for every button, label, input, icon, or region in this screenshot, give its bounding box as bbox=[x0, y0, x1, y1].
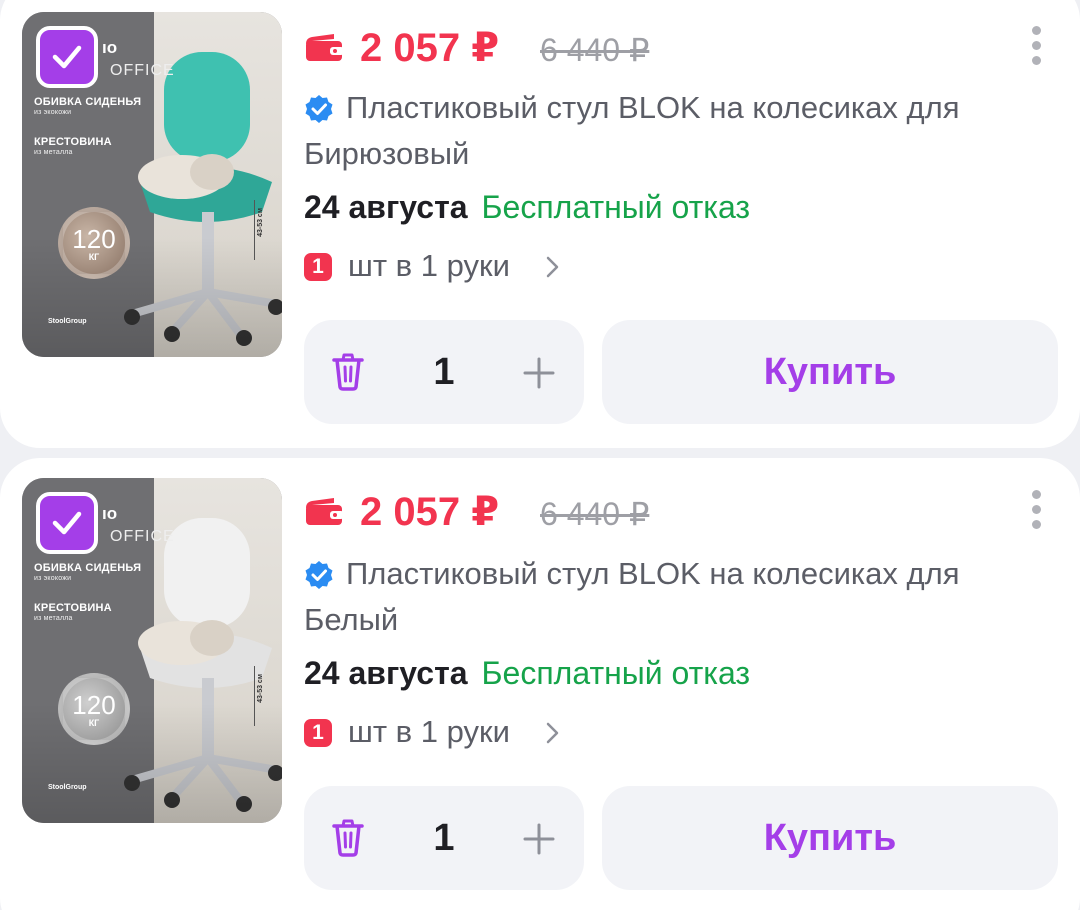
delivery-date: 24 августа bbox=[304, 655, 468, 691]
limit-badge: 1 bbox=[304, 719, 332, 747]
product-title: Пластиковый стул BLOK на колесиках для bbox=[346, 90, 960, 125]
image-seat-label: ОБИВКА СИДЕНЬЯ из экокожи bbox=[34, 96, 142, 116]
wallet-icon bbox=[306, 34, 344, 61]
product-image[interactable]: ıo OFFICE ОБИВКА СИДЕНЬЯ из экокожи КРЕС… bbox=[22, 12, 282, 357]
delivery-date: 24 августа bbox=[304, 189, 468, 225]
delivery-row: 24 августа Бесплатный отказ bbox=[304, 186, 750, 228]
old-price: 6 440 ₽ bbox=[540, 32, 650, 68]
current-price: 2 057 ₽ bbox=[360, 490, 500, 534]
product-title-row[interactable]: Пластиковый стул BLOK на колесиках для bbox=[304, 86, 1054, 130]
image-logo: StoolGroup bbox=[48, 784, 87, 791]
delivery-row: 24 августа Бесплатный отказ bbox=[304, 652, 750, 694]
quantity-stepper: 1 bbox=[304, 786, 584, 890]
plus-icon[interactable] bbox=[522, 822, 556, 856]
more-options-icon[interactable] bbox=[1024, 26, 1048, 68]
cart-item-card: ıo OFFICE ОБИВКА СИДЕНЬЯ из экокожи КРЕС… bbox=[0, 458, 1080, 910]
more-options-icon[interactable] bbox=[1024, 490, 1048, 532]
trash-icon[interactable] bbox=[328, 352, 368, 392]
current-price: 2 057 ₽ bbox=[360, 26, 500, 70]
load-badge: 120 КГ bbox=[58, 207, 130, 279]
limit-text: шт в 1 руки bbox=[348, 714, 510, 749]
wallet-icon bbox=[306, 498, 344, 525]
chevron-right-icon bbox=[546, 256, 559, 278]
image-office-text: OFFICE bbox=[110, 528, 175, 545]
product-image[interactable]: ıo OFFICE ОБИВКА СИДЕНЬЯ из экокожи КРЕС… bbox=[22, 478, 282, 823]
quantity-stepper: 1 bbox=[304, 320, 584, 424]
quantity-value[interactable]: 1 bbox=[424, 348, 464, 396]
image-base-label: КРЕСТОВИНА из металла bbox=[34, 602, 112, 622]
buy-button[interactable]: Купить bbox=[602, 786, 1058, 890]
cart-item-card: ıo OFFICE ОБИВКА СИДЕНЬЯ из экокожи КРЕС… bbox=[0, 0, 1080, 448]
image-brand-text: ıo bbox=[102, 504, 118, 523]
height-marker: 43-53 см bbox=[254, 200, 266, 260]
product-title: Пластиковый стул BLOK на колесиках для bbox=[346, 556, 960, 591]
checkmark-icon bbox=[52, 45, 82, 69]
verified-icon bbox=[305, 95, 333, 123]
product-variant: Белый bbox=[304, 602, 399, 637]
buy-button[interactable]: Купить bbox=[602, 320, 1058, 424]
image-seat-label: ОБИВКА СИДЕНЬЯ из экокожи bbox=[34, 562, 142, 582]
plus-icon[interactable] bbox=[522, 356, 556, 390]
trash-icon[interactable] bbox=[328, 818, 368, 858]
checkmark-icon bbox=[52, 511, 82, 535]
chevron-right-icon bbox=[546, 722, 559, 744]
quantity-value[interactable]: 1 bbox=[424, 814, 464, 862]
load-badge: 120 КГ bbox=[58, 673, 130, 745]
delivery-note: Бесплатный отказ bbox=[481, 655, 751, 691]
image-brand-text: ıo bbox=[102, 38, 118, 57]
select-checkbox[interactable] bbox=[36, 26, 98, 88]
delivery-note: Бесплатный отказ bbox=[481, 189, 751, 225]
limit-badge: 1 bbox=[304, 253, 332, 281]
image-logo: StoolGroup bbox=[48, 318, 87, 325]
height-marker: 43-53 см bbox=[254, 666, 266, 726]
product-variant: Бирюзовый bbox=[304, 136, 470, 171]
image-base-label: КРЕСТОВИНА из металла bbox=[34, 136, 112, 156]
old-price: 6 440 ₽ bbox=[540, 496, 650, 532]
image-office-text: OFFICE bbox=[110, 62, 175, 79]
product-title-row[interactable]: Пластиковый стул BLOK на колесиках для bbox=[304, 552, 1054, 596]
limit-text: шт в 1 руки bbox=[348, 248, 510, 283]
select-checkbox[interactable] bbox=[36, 492, 98, 554]
verified-icon bbox=[305, 561, 333, 589]
